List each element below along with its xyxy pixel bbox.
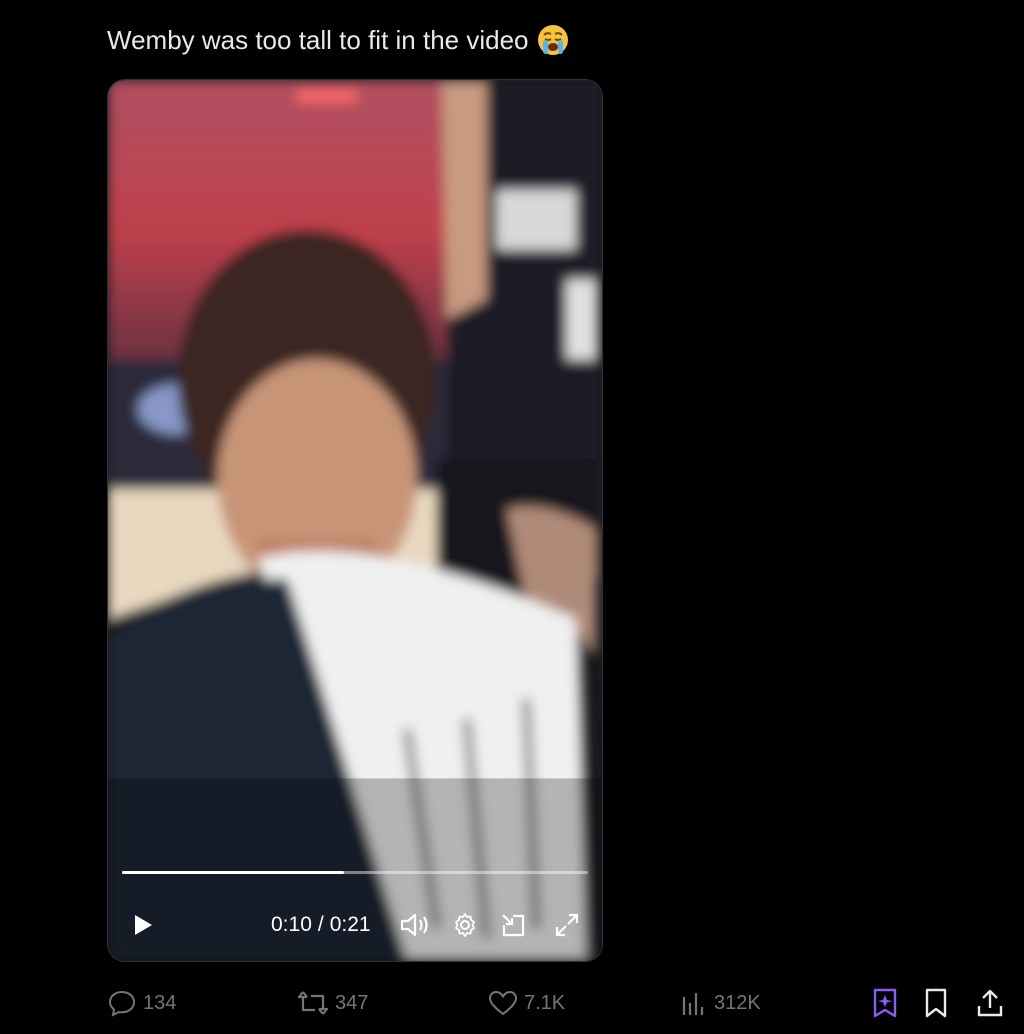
pip-button[interactable] (498, 905, 528, 945)
tweet-text-content: Wemby was too tall to fit in the video (107, 25, 529, 55)
like-count: 7.1K (524, 991, 566, 1014)
grok-button[interactable] (872, 985, 898, 1021)
heart-icon (488, 990, 518, 1016)
bookmark-button[interactable] (924, 985, 948, 1021)
reply-icon (108, 990, 136, 1017)
settings-gear-icon (455, 913, 475, 937)
volume-icon (400, 913, 428, 937)
loudly-crying-face-icon (537, 25, 568, 55)
video-progress-track[interactable] (122, 871, 588, 874)
like-button[interactable]: 7.1K (488, 985, 565, 1021)
reply-button[interactable]: 134 (107, 985, 176, 1021)
grok-sparkle-bookmark-icon (873, 988, 897, 1018)
views-button[interactable]: 312K (680, 985, 761, 1021)
share-button[interactable] (976, 985, 1004, 1021)
time-total: 0:21 (329, 913, 371, 936)
repost-button[interactable]: 347 (297, 985, 368, 1021)
video-progress-fill (122, 871, 344, 874)
time-current: 0:10 (271, 913, 312, 936)
time-separator: / (317, 913, 324, 936)
view-count: 312K (714, 991, 761, 1014)
play-icon (135, 915, 152, 935)
video-time: 0:10 / 0:21 (271, 905, 371, 945)
tweet-text: Wemby was too tall to fit in the video (107, 22, 569, 58)
settings-button[interactable] (450, 905, 480, 945)
video-controls: 0:10 / 0:21 (108, 905, 602, 945)
fullscreen-icon (555, 913, 579, 937)
repost-icon (297, 991, 329, 1015)
play-button[interactable] (126, 905, 160, 945)
volume-button[interactable] (398, 905, 432, 945)
views-chart-icon (682, 993, 704, 1015)
tweet-actions: 134 347 7.1K 312K (107, 985, 1007, 1021)
pip-icon (502, 914, 525, 937)
video-frame (108, 80, 602, 961)
fullscreen-button[interactable] (552, 905, 582, 945)
share-icon (977, 989, 1003, 1017)
repost-count: 347 (335, 991, 369, 1014)
bookmark-icon (925, 988, 947, 1018)
video-player[interactable]: 0:10 / 0:21 (107, 79, 603, 962)
reply-count: 134 (143, 991, 177, 1014)
